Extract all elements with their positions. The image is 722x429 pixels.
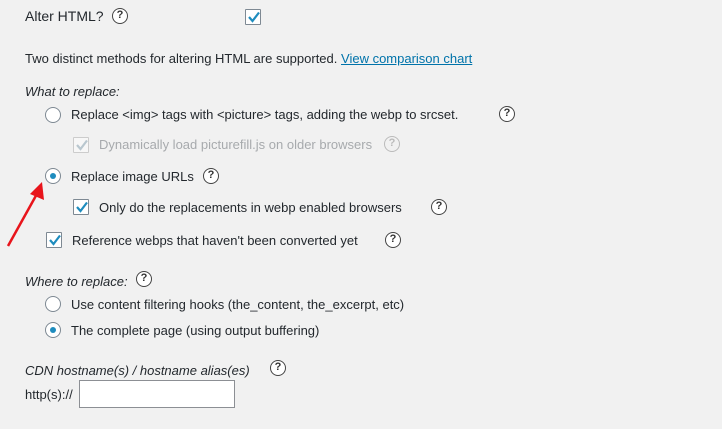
cdn-hostname-heading: CDN hostname(s) / hostname alias(es) (25, 363, 250, 378)
cdn-prefix-label: http(s):// (25, 387, 73, 402)
content-filtering-hooks-radio[interactable] (45, 296, 61, 312)
replace-img-tags-radio[interactable] (45, 107, 61, 123)
cdn-hostname-input[interactable] (79, 380, 235, 408)
reference-unconverted-label: Reference webps that haven't been conver… (72, 233, 358, 248)
where-to-replace-heading: Where to replace: (25, 274, 128, 289)
cdn-hostname-help-icon[interactable]: ? (270, 360, 286, 376)
radio-selected-dot (50, 327, 56, 333)
what-to-replace-heading: What to replace: (25, 84, 120, 99)
alter-html-help-icon[interactable]: ? (112, 8, 128, 24)
complete-page-label: The complete page (using output bufferin… (71, 323, 320, 338)
alter-html-description: Two distinct methods for altering HTML a… (25, 51, 472, 66)
content-filtering-hooks-label: Use content filtering hooks (the_content… (71, 297, 405, 312)
replace-img-tags-label: Replace <img> tags with <picture> tags, … (71, 107, 459, 122)
replace-img-tags-help-icon[interactable]: ? (499, 106, 515, 122)
replace-image-urls-label: Replace image URLs (71, 169, 194, 184)
alter-html-label: Alter HTML? (25, 8, 104, 24)
description-text: Two distinct methods for altering HTML a… (25, 51, 338, 66)
checkmark-icon (76, 139, 88, 151)
checkmark-icon (248, 11, 260, 23)
annotation-arrow-icon (6, 182, 44, 247)
only-webp-browsers-help-icon[interactable]: ? (431, 199, 447, 215)
picturefill-label: Dynamically load picturefill.js on older… (99, 137, 373, 152)
replace-image-urls-help-icon[interactable]: ? (203, 168, 219, 184)
only-webp-browsers-checkbox[interactable] (73, 199, 89, 215)
picturefill-checkbox (73, 137, 89, 153)
reference-unconverted-help-icon[interactable]: ? (385, 232, 401, 248)
only-webp-browsers-label: Only do the replacements in webp enabled… (99, 200, 402, 215)
complete-page-radio[interactable] (45, 322, 61, 338)
alter-html-checkbox[interactable] (245, 9, 261, 25)
picturefill-help-icon: ? (384, 136, 400, 152)
where-to-replace-help-icon[interactable]: ? (136, 271, 152, 287)
checkmark-icon (76, 201, 88, 213)
view-comparison-chart-link[interactable]: View comparison chart (341, 51, 472, 66)
